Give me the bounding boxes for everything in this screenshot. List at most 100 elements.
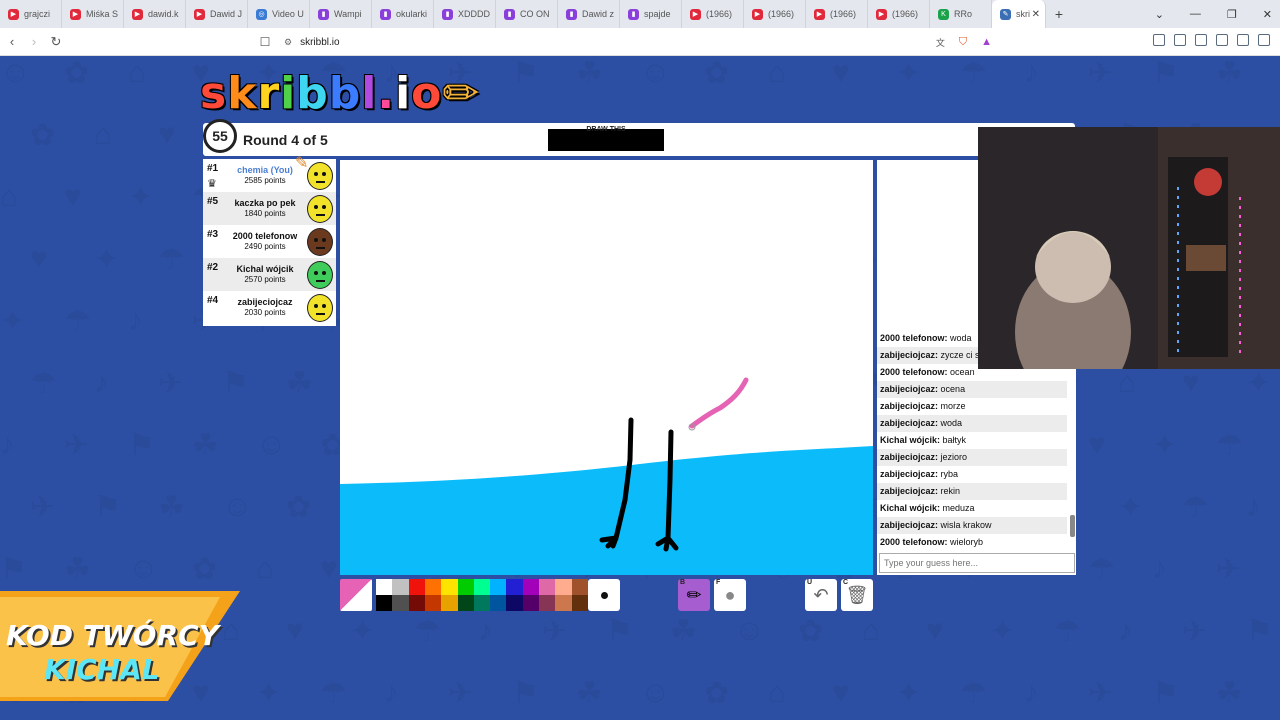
doodle-icon: ⚑: [1152, 677, 1179, 710]
color-swatch[interactable]: [424, 579, 442, 595]
doodle-icon: ♥: [832, 56, 850, 89]
doodle-icon: ✦: [256, 677, 282, 710]
color-swatch[interactable]: [441, 595, 458, 611]
color-swatch[interactable]: [571, 579, 588, 595]
color-swatch[interactable]: [424, 595, 442, 611]
url-text[interactable]: skribbl.io: [300, 37, 339, 48]
tab-search-icon[interactable]: ⌄: [1155, 8, 1164, 21]
color-swatch[interactable]: [457, 595, 474, 611]
color-swatch[interactable]: [571, 595, 588, 611]
word-hint-label: DRAW THIS: [586, 126, 626, 133]
color-swatch[interactable]: [539, 579, 556, 595]
browser-tab[interactable]: ▶ (1966): [806, 0, 868, 28]
color-swatch[interactable]: [555, 595, 572, 611]
player-row[interactable]: #1 chemia (You) 2585 points ♛ ✎: [203, 155, 336, 192]
browser-tab[interactable]: ◎ Video U: [248, 0, 310, 28]
color-swatch[interactable]: [408, 595, 425, 611]
color-swatch[interactable]: [392, 579, 409, 595]
bookmark-icon[interactable]: ☐: [254, 35, 276, 49]
player-row[interactable]: #5 kaczka po pek 1840 points: [203, 192, 336, 225]
player-row[interactable]: #4 zabijeciojcaz 2030 points: [203, 291, 336, 324]
color-swatch[interactable]: [376, 579, 393, 595]
color-swatch[interactable]: [506, 579, 523, 595]
color-swatch[interactable]: [522, 579, 540, 595]
browser-tab[interactable]: ▶ (1966): [744, 0, 806, 28]
doodle-icon: ☂: [414, 615, 441, 648]
doodle-icon: ⌂: [1118, 366, 1137, 399]
undo-button[interactable]: U ↶: [805, 579, 837, 611]
browser-tab[interactable]: ▶ Dawid J: [186, 0, 248, 28]
extension-icon[interactable]: [1153, 34, 1165, 46]
browser-tab[interactable]: ▮ Dawid z: [558, 0, 620, 28]
color-swatch[interactable]: [408, 579, 425, 595]
color-swatch[interactable]: [473, 579, 491, 595]
minimize-icon[interactable]: —: [1190, 8, 1201, 20]
browser-tab[interactable]: ▶ Miśka S: [62, 0, 124, 28]
bucket-icon: ●: [724, 584, 736, 605]
brave-shield-icon[interactable]: ⛉: [959, 36, 967, 49]
browser-tab-active[interactable]: ✎ skri ✕: [992, 0, 1046, 28]
color-swatch[interactable]: [376, 595, 393, 611]
drawing-canvas[interactable]: [340, 160, 873, 575]
guess-input[interactable]: [879, 553, 1075, 573]
back-icon[interactable]: ‹: [2, 34, 22, 49]
doodle-icon: ⌂: [0, 180, 19, 213]
color-swatch[interactable]: [490, 595, 507, 611]
player-row[interactable]: #3 2000 telefonow 2490 points: [203, 225, 336, 258]
doodle-icon: ☂: [960, 677, 987, 710]
browser-tab[interactable]: ▮ spajde: [620, 0, 682, 28]
close-window-icon[interactable]: ✕: [1263, 8, 1272, 21]
site-info-icon[interactable]: ⚙: [284, 37, 292, 48]
doodle-icon: ☘: [158, 491, 185, 524]
chat-author: zabijeciojcaz:: [880, 452, 939, 462]
omnibox[interactable]: ☐ ⚙ skribbl.io 文 ⛉ ▲: [254, 31, 1000, 53]
color-swatch[interactable]: [506, 595, 523, 611]
browser-tab[interactable]: ▮ Wampi: [310, 0, 372, 28]
player-rank: #4: [207, 295, 219, 306]
color-swatch[interactable]: [539, 595, 556, 611]
browser-tab[interactable]: ▶ grajczi: [0, 0, 62, 28]
reload-icon[interactable]: ↻: [46, 34, 66, 50]
browser-tab[interactable]: ▮ okularki: [372, 0, 434, 28]
color-swatch[interactable]: [522, 595, 540, 611]
player-row[interactable]: #2 Kichal wójcik 2570 points: [203, 258, 336, 291]
vpn-icon[interactable]: [1237, 34, 1249, 46]
doodle-icon: ✦: [350, 615, 376, 648]
forward-icon[interactable]: ›: [24, 34, 44, 49]
color-swatch[interactable]: [490, 579, 507, 595]
wallet-icon[interactable]: [1216, 34, 1228, 46]
chat-scrollbar[interactable]: [1070, 515, 1075, 537]
doodle-icon: ♥: [64, 180, 82, 213]
doodle-icon: ♥: [1088, 428, 1106, 461]
clear-button[interactable]: C 🗑: [841, 579, 873, 611]
doodle-icon: ⚑: [94, 491, 121, 524]
menu-icon[interactable]: [1258, 34, 1270, 46]
rewards-icon[interactable]: ▲: [981, 36, 992, 48]
doodle-icon: ☺: [640, 56, 671, 89]
color-swatch[interactable]: [392, 595, 409, 611]
browser-tab[interactable]: K RRo: [930, 0, 992, 28]
puzzle-icon[interactable]: [1174, 34, 1186, 46]
color-swatch[interactable]: [555, 579, 572, 595]
tab-close-icon[interactable]: ✕: [1032, 9, 1040, 20]
sidebar-icon[interactable]: [1195, 34, 1207, 46]
color-swatch[interactable]: [441, 579, 458, 595]
player-name: Kichal wójcik: [236, 264, 294, 274]
brush-tool-button[interactable]: B ✏: [678, 579, 710, 611]
color-swatch[interactable]: [457, 579, 474, 595]
brush-size-button[interactable]: [588, 579, 620, 611]
translate-icon[interactable]: 文: [936, 36, 945, 49]
chat-message: Kichal wójcik: bałtyk: [877, 432, 1067, 449]
round-indicator: Round 4 of 5: [243, 132, 328, 148]
browser-tab[interactable]: ▶ dawid.k: [124, 0, 186, 28]
browser-tab[interactable]: ▶ (1966): [868, 0, 930, 28]
color-swatch[interactable]: [473, 595, 491, 611]
browser-tab[interactable]: ▮ CO ON: [496, 0, 558, 28]
browser-tab[interactable]: ▮ XDDDD: [434, 0, 496, 28]
current-color-swatch[interactable]: [340, 579, 372, 611]
new-tab-button[interactable]: +: [1046, 6, 1072, 22]
fill-tool-button[interactable]: F ●: [714, 579, 746, 611]
restore-icon[interactable]: ❐: [1227, 8, 1237, 21]
browser-tab[interactable]: ▶ (1966): [682, 0, 744, 28]
tab-favicon-icon: ▶: [876, 8, 887, 20]
